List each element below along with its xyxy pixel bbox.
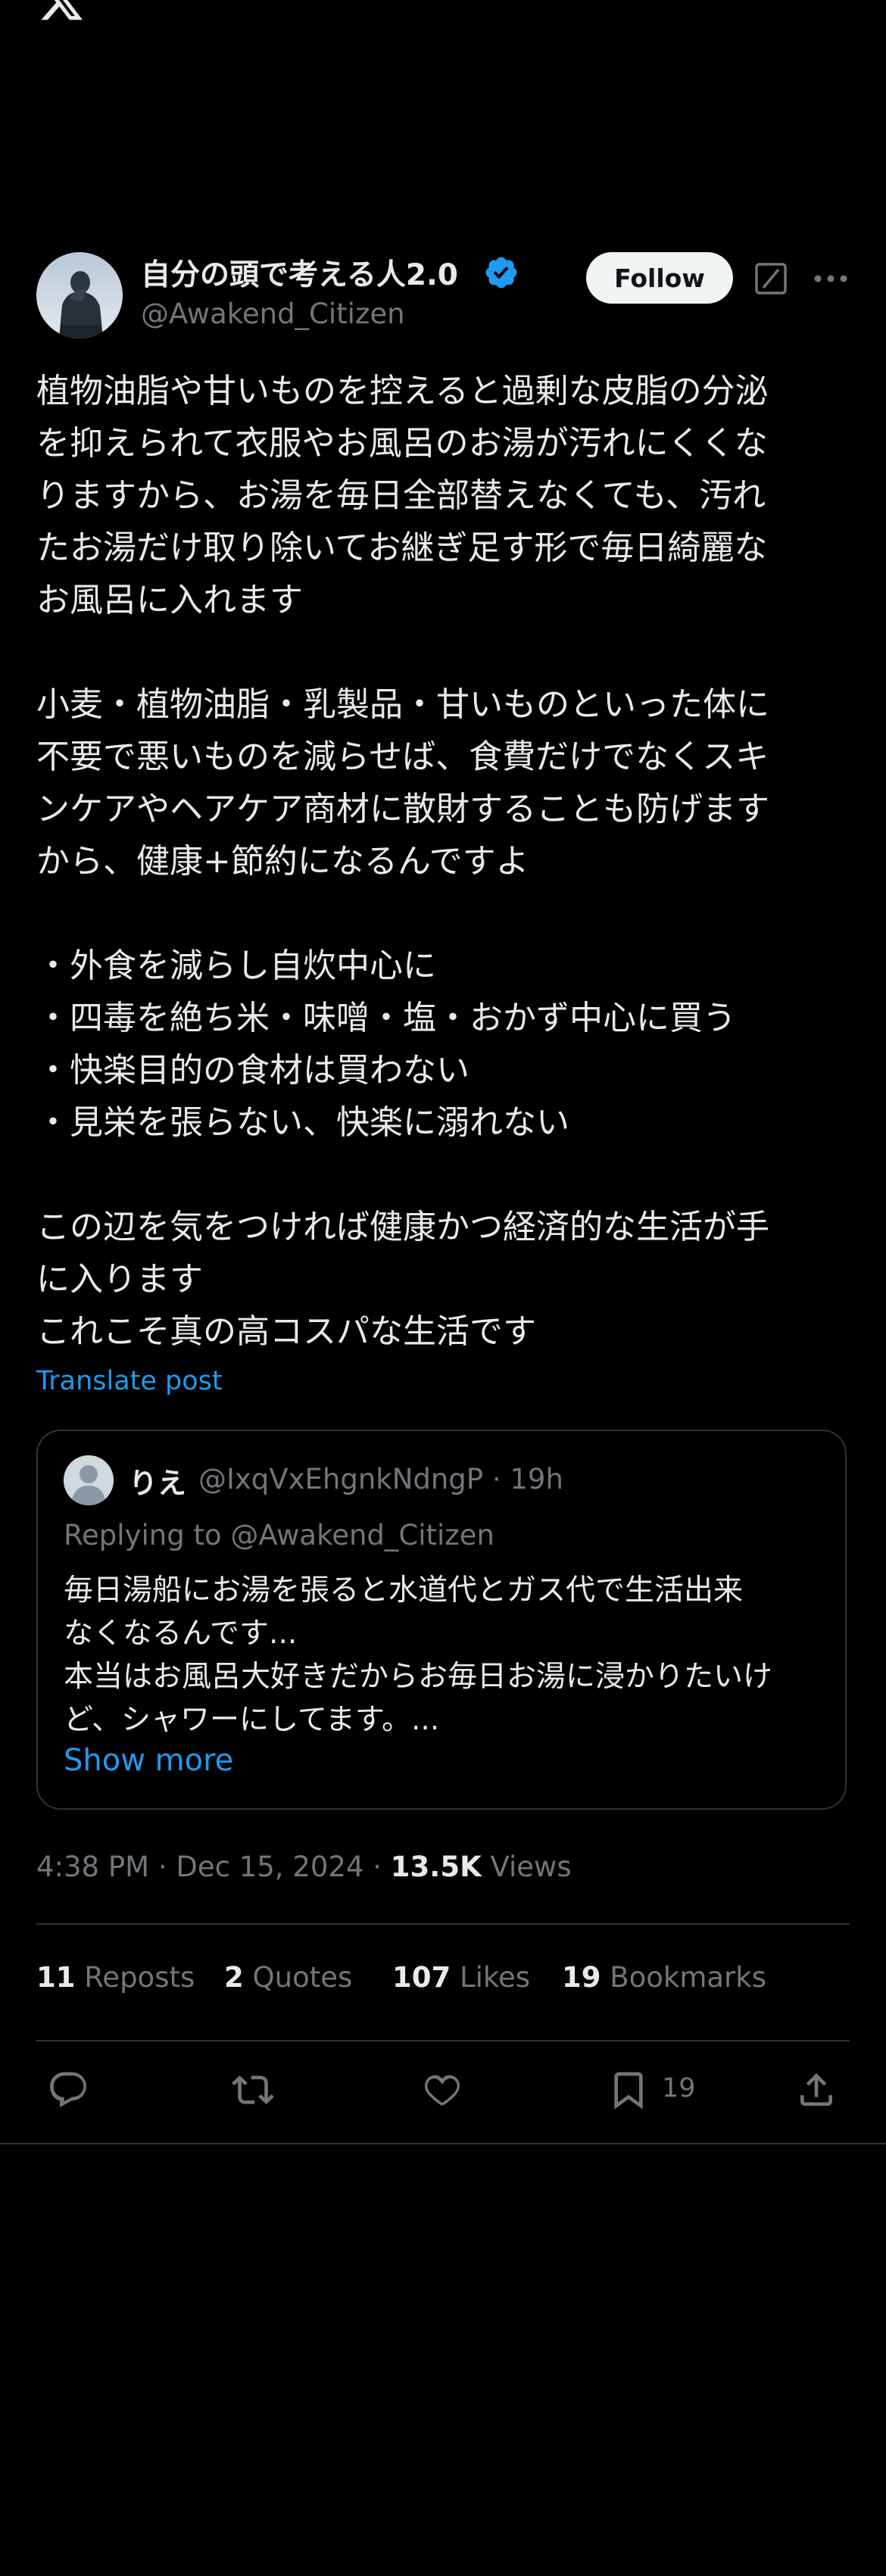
- show-more-link[interactable]: Show more: [64, 1743, 233, 1778]
- bookmarks-count: 19: [562, 1961, 601, 1994]
- translate-post-link[interactable]: Translate post: [36, 1366, 223, 1396]
- timestamp[interactable]: 4:38 PM · Dec 15, 2024 ·: [36, 1851, 391, 1883]
- tweet-line: 小麦・植物油脂・乳製品・甘いものといった体に: [36, 685, 769, 724]
- like-icon[interactable]: [421, 2069, 466, 2114]
- likes-label: Likes: [451, 1961, 531, 1994]
- tweet-line: たお湯だけ取り除いてお継ぎ足す形で毎日綺麗な: [36, 529, 768, 567]
- bookmarks-stat[interactable]: 19 Bookmarks: [562, 1961, 766, 1994]
- tweet-line: ・四毒を絶ち米・味噌・塩・おかず中心に買う: [36, 999, 736, 1037]
- bookmarks-label: Bookmarks: [601, 1961, 766, 1994]
- quoted-line: 本当はお風呂大好きだからお毎日お湯に浸かりたいけ: [64, 1660, 773, 1694]
- reposts-count: 11: [36, 1961, 76, 1994]
- quoted-line: ど、シャワーにしてます。...: [64, 1703, 440, 1737]
- tweet-line: 不要で悪いものを減らせば、食費だけでなくスキ: [36, 738, 769, 776]
- views-label: Views: [481, 1851, 572, 1883]
- follow-button[interactable]: Follow: [586, 252, 733, 304]
- likes-count: 107: [392, 1961, 451, 1994]
- tweet-line: に入ります: [36, 1260, 203, 1299]
- tweet-line: ・見栄を張らない、快楽に溺れない: [36, 1103, 569, 1142]
- more-options-icon[interactable]: [812, 265, 850, 292]
- author-handle[interactable]: @Awakend_Citizen: [141, 298, 405, 330]
- quoted-avatar[interactable]: [64, 1455, 114, 1505]
- reply-icon[interactable]: [47, 2069, 92, 2114]
- tweet-line: この辺を気をつければ健康かつ経済的な生活が手: [36, 1208, 769, 1246]
- repost-icon[interactable]: [232, 2069, 277, 2114]
- tweet-meta: 4:38 PM · Dec 15, 2024 · 13.5K Views: [36, 1851, 572, 1883]
- x-logo-icon[interactable]: [38, 0, 85, 24]
- tweet-text: 植物油脂や甘いものを控えると過剰な皮脂の分泌 を抑えられて衣服やお風呂のお湯が汚…: [36, 365, 854, 1358]
- avatar[interactable]: [36, 252, 123, 338]
- quotes-count: 2: [224, 1961, 244, 1994]
- share-icon[interactable]: [795, 2069, 841, 2114]
- tweet-line: ・快楽目的の食材は買わない: [36, 1051, 470, 1090]
- quotes-label: Quotes: [243, 1961, 353, 1994]
- author-name[interactable]: 自分の頭で考える人2.0: [141, 251, 458, 294]
- quoted-author-name[interactable]: りえ: [129, 1460, 186, 1502]
- tweet-line: ンケアやヘアケア商材に散財することも防げます: [36, 790, 769, 828]
- divider: [36, 1923, 850, 1925]
- verified-badge-icon: [483, 254, 519, 291]
- divider: [36, 2040, 850, 2041]
- likes-stat[interactable]: 107 Likes: [392, 1961, 530, 1994]
- tweet-line: を抑えられて衣服やお風呂のお湯が汚れにくくな: [36, 424, 768, 463]
- quotes-stat[interactable]: 2 Quotes: [224, 1961, 352, 1994]
- quoted-text: 毎日湯船にお湯を張ると水道代とガス代で生活出来 なくなるんです... 本当はお風…: [64, 1569, 821, 1742]
- bookmark-icon[interactable]: [607, 2069, 653, 2114]
- reposts-label: Reposts: [75, 1961, 195, 1994]
- tweet-line: お風呂に入れます: [36, 581, 303, 619]
- action-bar: 19: [0, 2063, 886, 2120]
- grok-icon[interactable]: [753, 260, 789, 297]
- tweet-line: これこそ真の高コスパな生活です: [36, 1312, 536, 1351]
- tweet-line: りますから、お湯を毎日全部替えなくても、汚れ: [36, 476, 766, 515]
- quoted-tweet[interactable]: りえ @IxqVxEhgnkNdngP · 19h Replying to @A…: [36, 1430, 847, 1810]
- divider: [0, 2143, 886, 2144]
- views-count: 13.5K: [390, 1851, 482, 1883]
- more-horizontal-icon[interactable]: [799, 0, 844, 12]
- bookmark-count: 19: [662, 2073, 696, 2104]
- quoted-line: 毎日湯船にお湯を張ると水道代とガス代で生活出来: [64, 1573, 744, 1608]
- tweet-line: ・外食を減らし自炊中心に: [36, 947, 436, 985]
- quoted-handle-time: @IxqVxEhgnkNdngP · 19h: [198, 1463, 563, 1495]
- reposts-stat[interactable]: 11 Reposts: [36, 1961, 195, 1994]
- replying-to: Replying to @Awakend_Citizen: [64, 1519, 494, 1552]
- tweet-line: 植物油脂や甘いものを控えると過剰な皮脂の分泌: [36, 372, 769, 410]
- tweet-line: から、健康+節約になるんですよ: [36, 842, 529, 881]
- quoted-line: なくなるんです...: [64, 1617, 298, 1651]
